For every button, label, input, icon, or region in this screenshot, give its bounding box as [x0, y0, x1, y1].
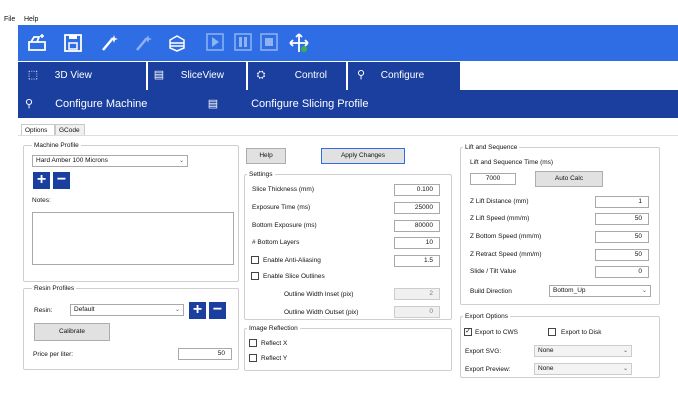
- price-per-liter-field[interactable]: 50: [178, 348, 232, 360]
- reflect-y-checkbox[interactable]: [249, 354, 257, 362]
- z-lift-distance-field[interactable]: 1: [595, 196, 649, 208]
- configure-icon: ⚲: [356, 69, 366, 81]
- reflect-x-label: Reflect X: [261, 340, 288, 347]
- chevron-down-icon: ⌄: [622, 348, 628, 354]
- play-icon: [204, 33, 226, 53]
- slide-tilt-label: Slide / Tilt Value: [470, 268, 517, 275]
- z-retract-speed-field[interactable]: 50: [595, 249, 649, 261]
- remove-resin-button[interactable]: −: [209, 302, 226, 319]
- options-panel: Machine Profile Hard Amber 100 Microns ⌄…: [18, 135, 678, 394]
- control-icon: ⛭: [256, 69, 266, 81]
- machine-profile-title: Machine Profile: [32, 142, 81, 149]
- add-resin-button[interactable]: +: [189, 302, 206, 319]
- export-disk-checkbox[interactable]: [548, 328, 556, 336]
- slice-thickness-field[interactable]: 0.100: [394, 184, 440, 196]
- menu-bar: File Help: [0, 0, 678, 24]
- remove-machine-button[interactable]: −: [53, 172, 70, 189]
- resin-select[interactable]: Default ⌄: [70, 304, 184, 316]
- tab-configure-machine[interactable]: ⚲ Configure Machine: [22, 90, 172, 118]
- chevron-down-icon: ⌄: [641, 288, 647, 294]
- slide-tilt-field[interactable]: 0: [595, 266, 649, 278]
- outline-outset-field: 0: [394, 306, 440, 318]
- export-cws-label: Export to CWS: [475, 329, 518, 336]
- wand-icon[interactable]: [98, 33, 120, 53]
- anti-aliasing-field[interactable]: 1.5: [394, 255, 440, 267]
- slice-view-icon: ▤: [153, 69, 165, 81]
- outline-outset-label: Outline Width Outset (pix): [284, 309, 359, 316]
- notes-label: Notes:: [32, 197, 51, 204]
- bottom-exposure-label: Bottom Exposure (ms): [252, 222, 317, 229]
- export-cws-checkbox[interactable]: ✓: [464, 328, 472, 336]
- settings-title: Settings: [247, 171, 275, 178]
- save-icon[interactable]: [62, 33, 84, 53]
- build-direction-select[interactable]: Bottom_Up ⌄: [549, 285, 651, 297]
- slice-outlines-label: Enable Slice Outlines: [263, 273, 325, 280]
- chevron-down-icon: ⌄: [178, 158, 184, 164]
- bottom-exposure-field[interactable]: 80000: [394, 220, 440, 232]
- tab-control[interactable]: ⛭ Control: [248, 62, 346, 90]
- slice-thickness-label: Slice Thickness (mm): [252, 186, 315, 193]
- main-tab-bar: ⬚ 3D View ▤ SliceView ⛭ Control ⚲ Config…: [18, 62, 678, 90]
- notes-field[interactable]: [32, 212, 234, 265]
- slicing-profile-icon: ▤: [207, 98, 219, 110]
- z-bottom-speed-label: Z Bottom Speed (mm/m): [470, 233, 542, 240]
- exposure-time-field[interactable]: 25000: [394, 202, 440, 214]
- chevron-down-icon: ⌄: [622, 366, 628, 372]
- menu-help[interactable]: Help: [24, 16, 38, 23]
- wand-disabled-icon: [132, 33, 154, 53]
- anti-aliasing-checkbox[interactable]: [251, 256, 259, 264]
- export-preview-label: Export Preview:: [465, 366, 511, 373]
- menu-file[interactable]: File: [4, 16, 15, 23]
- resin-label: Resin:: [34, 307, 53, 314]
- exposure-time-label: Exposure Time (ms): [252, 204, 311, 211]
- tab-3d-view[interactable]: ⬚ 3D View: [18, 62, 146, 90]
- add-machine-button[interactable]: +: [33, 172, 50, 189]
- apply-changes-button[interactable]: Apply Changes: [321, 148, 405, 164]
- pause-icon: [232, 33, 254, 53]
- export-preview-select[interactable]: None ⌄: [534, 363, 632, 375]
- slice-cube-icon[interactable]: [166, 33, 188, 53]
- cube-3d-icon: ⬚: [27, 69, 39, 81]
- price-per-liter-label: Price per liter:: [33, 351, 74, 358]
- export-svg-select[interactable]: None ⌄: [534, 345, 632, 357]
- reflect-x-checkbox[interactable]: [249, 339, 257, 347]
- z-lift-speed-label: Z Lift Speed (mm/m): [470, 215, 530, 222]
- help-button[interactable]: Help: [246, 148, 286, 164]
- open-stl-icon[interactable]: [26, 33, 48, 53]
- toolbar: [18, 25, 678, 61]
- tab-configure-slicing-profile[interactable]: ▤ Configure Slicing Profile: [206, 90, 426, 118]
- reflect-y-label: Reflect Y: [261, 355, 288, 362]
- z-lift-speed-field[interactable]: 50: [595, 213, 649, 225]
- stop-icon: [258, 33, 280, 53]
- slice-outlines-checkbox[interactable]: [251, 272, 259, 280]
- lift-sequence-title: Lift and Sequence: [463, 144, 520, 151]
- resin-profiles-title: Resin Profiles: [32, 285, 77, 292]
- outline-inset-label: Outline Width Inset (pix): [284, 291, 354, 298]
- move-icon[interactable]: [288, 33, 310, 53]
- bottom-layers-label: # Bottom Layers: [252, 239, 300, 246]
- auto-calc-button[interactable]: Auto Calc: [535, 171, 603, 187]
- z-lift-distance-label: Z Lift Distance (mm): [470, 198, 529, 205]
- tab-slice-view[interactable]: ▤ SliceView: [148, 62, 246, 90]
- image-reflection-group: [244, 328, 452, 371]
- image-reflection-title: Image Reflection: [247, 325, 300, 332]
- calibrate-button[interactable]: Calibrate: [34, 323, 110, 341]
- configure-tab-bar: ⚲ Configure Machine ▤ Configure Slicing …: [18, 90, 678, 118]
- machine-profile-select[interactable]: Hard Amber 100 Microns ⌄: [32, 155, 188, 167]
- z-retract-speed-label: Z Retract Speed (mm/m): [470, 251, 542, 258]
- machine-icon: ⚲: [24, 98, 34, 110]
- z-bottom-speed-field[interactable]: 50: [595, 231, 649, 243]
- chevron-down-icon: ⌄: [174, 307, 180, 313]
- lift-time-label: Lift and Sequence Time (ms): [470, 159, 554, 166]
- lift-time-field[interactable]: 7000: [470, 173, 516, 185]
- export-disk-label: Export to Disk: [561, 329, 602, 336]
- build-direction-label: Build Direction: [470, 288, 512, 295]
- anti-aliasing-label: Enable Anti-Aliasing: [263, 257, 321, 264]
- tab-configure[interactable]: ⚲ Configure: [348, 62, 460, 90]
- export-svg-label: Export SVG:: [465, 348, 502, 355]
- outline-inset-field: 2: [394, 288, 440, 300]
- bottom-layers-field[interactable]: 10: [394, 237, 440, 249]
- export-options-title: Export Options: [463, 313, 510, 320]
